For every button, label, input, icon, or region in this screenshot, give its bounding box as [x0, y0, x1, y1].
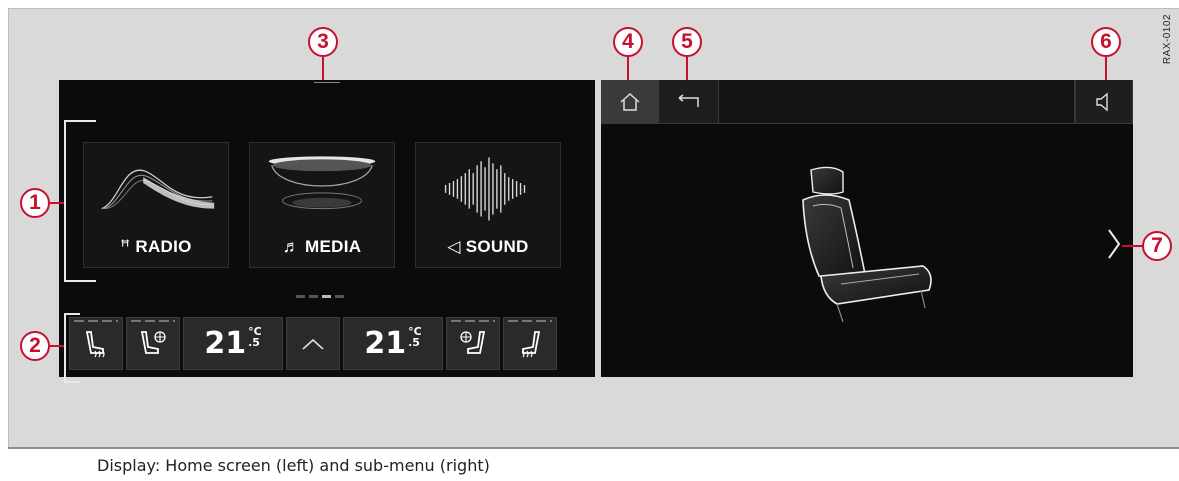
sound-wave-art	[444, 157, 526, 221]
media-tile[interactable]: ♬ MEDIA	[249, 142, 395, 268]
callout-1: 1	[20, 188, 50, 218]
radio-label: ꟸ RADIO	[120, 237, 192, 256]
seat-heating-icon	[85, 330, 105, 357]
figure-code: RAX-0102	[1162, 14, 1173, 65]
seat-icon	[802, 166, 932, 323]
temperature-right[interactable]: 21 °C .5	[343, 317, 443, 370]
sound-tile[interactable]: ◁ SOUND	[415, 142, 561, 268]
seat-heating-icon	[522, 330, 541, 357]
callout-4: 4	[613, 27, 643, 57]
speaker-icon	[1096, 92, 1108, 111]
home-screen: ꟸ RADIO ♬ MEDIA ◁ SOUND 21 °C .5 21 °C .…	[59, 80, 595, 377]
home-icon	[620, 92, 639, 111]
callout-4-leader	[627, 57, 629, 80]
callout-5-leader	[686, 57, 688, 80]
page-dot	[335, 295, 344, 298]
page-dot	[309, 295, 318, 298]
page-indicator	[296, 295, 344, 298]
callout-5: 5	[672, 27, 702, 57]
back-button[interactable]	[659, 80, 719, 124]
callout-2-leader	[50, 345, 64, 347]
climate-bar: 21 °C .5 21 °C .5	[69, 317, 586, 370]
sound-label: ◁ SOUND	[447, 237, 529, 256]
seat-ventilation-left-button[interactable]	[126, 317, 180, 370]
back-icon	[678, 93, 699, 107]
page-dot	[296, 295, 305, 298]
seat-ventilation-icon	[460, 330, 486, 354]
seat-heating-right-button[interactable]	[503, 317, 557, 370]
temperature-left[interactable]: 21 °C .5	[183, 317, 283, 370]
media-label: ♬ MEDIA	[282, 237, 362, 256]
seat-ventilation-icon	[140, 330, 166, 354]
media-disc-art	[268, 156, 376, 210]
callout-2: 2	[20, 331, 50, 361]
callout-1-bracket	[64, 120, 96, 282]
callout-3-leader	[322, 57, 324, 80]
expand-chevron-icon	[302, 338, 324, 350]
speaker-icon: ◁	[447, 237, 461, 256]
chevron-right-icon[interactable]	[1106, 228, 1122, 260]
home-button[interactable]	[601, 80, 659, 124]
caption-divider	[8, 447, 1179, 449]
callout-6-leader	[1105, 57, 1107, 80]
callout-1-leader	[50, 202, 64, 204]
figure-caption: Display: Home screen (left) and sub-menu…	[97, 456, 490, 475]
radio-wave-art	[101, 169, 215, 210]
sub-menu-screen	[601, 80, 1133, 377]
screen-handle	[314, 82, 340, 83]
sub-menu-top-bar	[601, 80, 1133, 124]
callout-6: 6	[1091, 27, 1121, 57]
radio-tile[interactable]: ꟸ RADIO	[83, 142, 229, 268]
callout-7-leader	[1122, 245, 1142, 247]
seat-ventilation-right-button[interactable]	[446, 317, 500, 370]
page-dot-active	[322, 295, 331, 298]
climate-expand-button[interactable]	[286, 317, 340, 370]
sound-button[interactable]	[1075, 80, 1133, 124]
callout-7: 7	[1142, 231, 1172, 261]
music-note-icon: ♬	[282, 237, 301, 256]
callout-3: 3	[308, 27, 338, 57]
callout-2-bracket	[64, 313, 80, 383]
title-bar-blank	[719, 80, 1075, 124]
radio-icon: ꟸ	[120, 237, 131, 256]
